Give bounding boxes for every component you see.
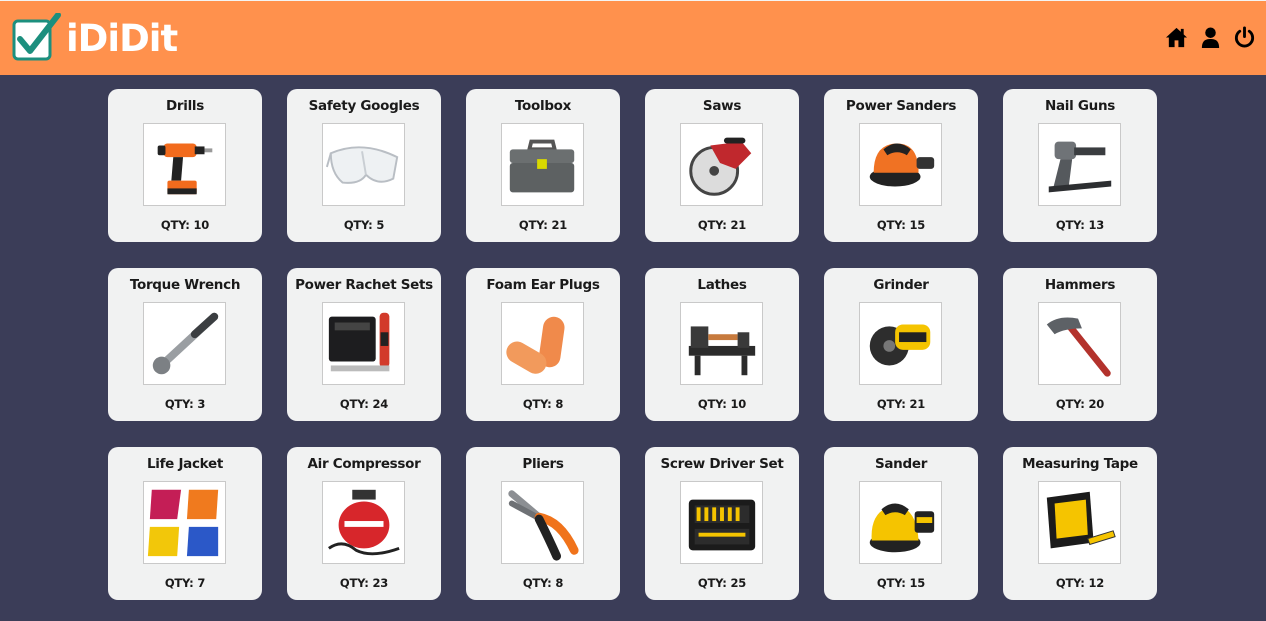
tool-name: Hammers — [1044, 277, 1116, 293]
tool-qty: QTY: 13 — [1055, 218, 1105, 232]
tool-qty: QTY: 8 — [522, 397, 564, 411]
tool-card-power-rachet-sets[interactable]: Power Rachet Sets QTY: 24 — [287, 268, 441, 421]
saw-image — [680, 123, 763, 206]
tool-name: Screw Driver Set — [660, 456, 784, 472]
lathe-image — [680, 302, 763, 385]
compressor-image — [322, 481, 405, 564]
tool-card-power-sanders[interactable]: Power Sanders QTY: 15 — [824, 89, 978, 242]
screwdriver-set-image — [680, 481, 763, 564]
tool-qty: QTY: 8 — [522, 576, 564, 590]
tool-name: Foam Ear Plugs — [486, 277, 600, 293]
tool-card-life-jacket[interactable]: Life Jacket QTY: 7 — [108, 447, 262, 600]
tool-name: Air Compressor — [307, 456, 421, 472]
tool-card-drills[interactable]: Drills QTY: 10 — [108, 89, 262, 242]
tool-name: Measuring Tape — [1022, 456, 1138, 472]
tool-qty: QTY: 25 — [697, 576, 747, 590]
tool-card-sander[interactable]: Sander QTY: 15 — [824, 447, 978, 600]
tool-card-air-compressor[interactable]: Air Compressor QTY: 23 — [287, 447, 441, 600]
tool-card-pliers[interactable]: Pliers QTY: 8 — [466, 447, 620, 600]
tool-name: Drills — [166, 98, 204, 114]
power-icon[interactable] — [1233, 26, 1256, 49]
drill-image — [143, 123, 226, 206]
tool-name: Life Jacket — [146, 456, 224, 472]
tool-name: Power Rachet Sets — [295, 277, 433, 293]
tool-qty: QTY: 10 — [160, 218, 210, 232]
hammer-image — [1038, 302, 1121, 385]
home-icon[interactable] — [1165, 26, 1188, 49]
tool-card-toolbox[interactable]: Toolbox QTY: 21 — [466, 89, 620, 242]
tool-name: Sander — [874, 456, 928, 472]
tool-qty: QTY: 15 — [876, 576, 926, 590]
tool-qty: QTY: 12 — [1055, 576, 1105, 590]
yellow-sander-image — [859, 481, 942, 564]
tool-card-measuring-tape[interactable]: Measuring Tape QTY: 12 — [1003, 447, 1157, 600]
tool-qty: QTY: 15 — [876, 218, 926, 232]
tape-image — [1038, 481, 1121, 564]
tool-qty: QTY: 10 — [697, 397, 747, 411]
tool-qty: QTY: 23 — [339, 576, 389, 590]
tool-name: Saws — [702, 98, 742, 114]
top-bar: iDiDit — [0, 0, 1266, 75]
tool-card-safety-googles[interactable]: Safety Googles QTY: 5 — [287, 89, 441, 242]
lifejacket-image — [143, 481, 226, 564]
tool-qty: QTY: 3 — [164, 397, 206, 411]
tool-qty: QTY: 21 — [518, 218, 568, 232]
tool-name: Grinder — [873, 277, 929, 293]
wrench-image — [143, 302, 226, 385]
user-icon[interactable] — [1199, 26, 1222, 49]
earplugs-image — [501, 302, 584, 385]
orange-sander-image — [859, 123, 942, 206]
tool-card-torque-wrench[interactable]: Torque Wrench QTY: 3 — [108, 268, 262, 421]
tool-card-foam-ear-plugs[interactable]: Foam Ear Plugs QTY: 8 — [466, 268, 620, 421]
tool-name: Lathes — [697, 277, 747, 293]
tool-name: Toolbox — [514, 98, 572, 114]
rachet-set-image — [322, 302, 405, 385]
tool-qty: QTY: 7 — [164, 576, 206, 590]
app-name: iDiDit — [66, 16, 178, 60]
tool-qty: QTY: 5 — [343, 218, 385, 232]
toolbox-image — [501, 123, 584, 206]
tool-card-saws[interactable]: Saws QTY: 21 — [645, 89, 799, 242]
tool-name: Pliers — [522, 456, 564, 472]
tool-qty: QTY: 24 — [339, 397, 389, 411]
check-logo-icon — [12, 12, 62, 63]
tool-name: Nail Guns — [1044, 98, 1115, 114]
tool-qty: QTY: 20 — [1055, 397, 1105, 411]
tool-qty: QTY: 21 — [876, 397, 926, 411]
tool-card-grinder[interactable]: Grinder QTY: 21 — [824, 268, 978, 421]
tool-name: Power Sanders — [845, 98, 957, 114]
tool-card-nail-guns[interactable]: Nail Guns QTY: 13 — [1003, 89, 1157, 242]
tool-card-screw-driver-set[interactable]: Screw Driver Set QTY: 25 — [645, 447, 799, 600]
goggles-image — [322, 123, 405, 206]
pliers-image — [501, 481, 584, 564]
tool-card-hammers[interactable]: Hammers QTY: 20 — [1003, 268, 1157, 421]
nailgun-image — [1038, 123, 1121, 206]
tool-qty: QTY: 21 — [697, 218, 747, 232]
grinder-image — [859, 302, 942, 385]
tool-card-lathes[interactable]: Lathes QTY: 10 — [645, 268, 799, 421]
app-logo[interactable]: iDiDit — [12, 12, 178, 64]
tool-name: Torque Wrench — [129, 277, 241, 293]
tool-name: Safety Googles — [308, 98, 420, 114]
